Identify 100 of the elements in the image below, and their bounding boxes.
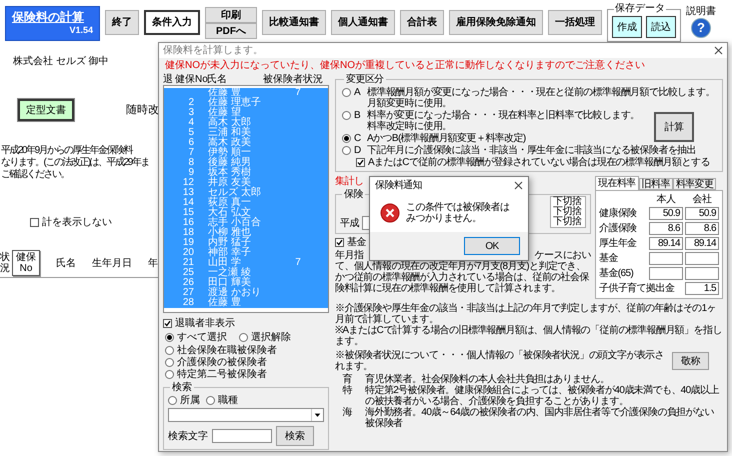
row-name: 荻原 真一 — [208, 197, 251, 208]
rate-label: 介護保険 — [599, 222, 638, 234]
row-name: 佐藤 望 — [208, 107, 241, 118]
rate-field[interactable]: 89.14 — [649, 236, 683, 250]
status-mark: 特 — [341, 385, 354, 398]
help-label: 説明書 — [686, 6, 716, 18]
row-number: 28 — [182, 298, 194, 308]
toolbar-button[interactable]: 条件入力 — [144, 10, 200, 35]
hide-total-checkbox[interactable]: 計を表示しない — [30, 217, 158, 228]
select-radio[interactable]: 選択解除 — [239, 332, 291, 343]
template-button[interactable]: 定型文書 — [18, 99, 74, 121]
column-header: 年 — [148, 258, 158, 268]
dropdown-arrow-icon[interactable] — [311, 409, 323, 421]
row-name: 内野 猛子 — [208, 237, 251, 248]
rate-field[interactable] — [649, 252, 683, 264]
dialog-title: 保険料を計算します。 — [163, 45, 263, 56]
rounding-label: 下切捨 — [553, 207, 582, 217]
row-name: 嵩木 政美 — [208, 137, 251, 148]
company-name: 株式会社 セルズ 御中 — [13, 56, 110, 67]
error-icon — [380, 202, 400, 222]
rounding-label: 下切捨 — [553, 217, 582, 227]
toolbar-button[interactable]: 終了 — [105, 10, 139, 35]
rate-field[interactable] — [649, 266, 683, 280]
toolbar-button[interactable]: 個人通知書 — [331, 10, 395, 35]
row-number: 14 — [182, 198, 194, 208]
rate-field[interactable]: 1.5 — [685, 282, 719, 294]
app-title: 保険料の計算 — [12, 10, 85, 25]
rate-label: 基金 — [599, 252, 619, 264]
toolbar-button[interactable]: 雇用保険免除通知 — [449, 10, 543, 35]
rate-field[interactable]: 8.6 — [649, 222, 683, 234]
row-number: 21 — [182, 258, 194, 268]
row-status: 7 — [295, 258, 301, 268]
message-box-title: 保険料通知 — [375, 180, 422, 190]
group-title: 変更区分 — [344, 74, 386, 85]
search-text-label: 検索文字 — [168, 430, 208, 442]
toolbar-button[interactable]: 合計表 — [400, 10, 444, 35]
row-name: 神部 幸子 — [208, 247, 251, 258]
row-name: 佐藤 理恵子 — [208, 97, 261, 108]
toolbar-button[interactable]: PDFへ — [205, 23, 257, 39]
search-button[interactable]: 検索 — [276, 426, 314, 446]
change-type-radio[interactable]: D 下記年月に介護保険に該当・非該当・厚生年金に非該当になる被保険者を抽出 — [342, 145, 716, 156]
previous-salary-checkbox[interactable]: AまたはCで従前の標準報酬が登録されていない場合は現在の標準報酬月額とする — [356, 157, 716, 168]
column-header-button[interactable]: 健保No — [12, 250, 40, 276]
rounding-label: 下切捨 — [553, 197, 582, 207]
rate-label: 健康保険 — [599, 208, 638, 218]
row-name: 後藤 純男 — [208, 157, 251, 168]
column-header: 氏名 — [56, 258, 76, 268]
rate-tab[interactable]: 現在料率 — [595, 176, 639, 190]
row-name: 伊勢 順一 — [208, 147, 251, 158]
status-mark: 海 — [341, 407, 354, 420]
change-type-radio[interactable]: C AかつB(標準報酬月額変更＋料率改定) — [342, 133, 646, 144]
rate-field[interactable]: 50.9 — [685, 206, 719, 220]
save-data-button[interactable]: 読込 — [646, 16, 676, 38]
row-name: 大石 弘文 — [208, 207, 251, 218]
row-number: 18 — [182, 228, 194, 238]
row-number: 19 — [182, 238, 194, 248]
fund-checkbox[interactable]: 基金 — [335, 237, 366, 250]
close-icon[interactable] — [714, 46, 723, 55]
calculate-button[interactable]: 計算 — [654, 112, 694, 142]
rate-label: 厚生年金 — [599, 238, 638, 248]
version-label: V1.54 — [69, 25, 93, 36]
hide-retired-checkbox[interactable]: 退職者非表示 — [163, 318, 235, 329]
rate-field[interactable] — [685, 252, 719, 264]
rate-tab[interactable]: 旧料率 — [638, 178, 673, 190]
group-title: 保険 — [342, 189, 365, 200]
search-radio[interactable]: 職種 — [206, 395, 238, 406]
list-header: 健保No — [175, 74, 207, 85]
close-icon[interactable] — [514, 180, 523, 190]
rate-column-header: 会社 — [692, 194, 713, 205]
search-radio[interactable]: 所属 — [168, 395, 200, 406]
note-text: ※AまたはCで計算する場合の旧標準報酬月額は、個人情報の「従前の標準報酬月額」を指します。 — [335, 325, 723, 347]
honorific-button[interactable]: 敬称 — [672, 352, 709, 370]
toolbar-button[interactable]: 一括処理 — [548, 10, 602, 35]
rate-field[interactable] — [685, 266, 719, 280]
group-title: 検索 — [170, 382, 194, 393]
row-number: 5 — [188, 128, 194, 138]
row-name: 坂本 秀樹 — [208, 167, 251, 178]
filter-radio[interactable]: 社会保険在職被保険者 — [165, 345, 277, 357]
row-number: 2 — [188, 98, 194, 108]
status-description: 特定第2号被保険者。健康保険組合によっては、被保険者が40歳未満でも、40歳以上の被扶養者がいる場合、介護保険を負担することがあります。 — [364, 385, 720, 407]
filter-radio[interactable]: 介護保険の被保険者 — [165, 357, 267, 369]
change-type-radio[interactable]: B 料率が変更になった場合・・・現在料率と旧料率で比較します。料率改定時に使用。 — [342, 110, 646, 132]
dialog-warning: 健保NOが未入力になっていたり、健保NOが重複していると正常に動作しなくなりますのでご注意ください — [164, 58, 646, 73]
row-number: 12 — [182, 178, 194, 188]
toolbar-button[interactable]: 比較通知書 — [262, 10, 326, 35]
rate-field[interactable]: 89.14 — [685, 236, 719, 250]
ok-button[interactable]: OK — [464, 237, 520, 255]
select-radio[interactable]: すべて選択 — [165, 332, 227, 343]
rate-field[interactable]: 8.6 — [685, 222, 719, 234]
list-header: 氏名 — [207, 74, 228, 85]
save-data-button[interactable]: 作成 — [612, 16, 642, 38]
rate-field[interactable]: 50.9 — [649, 206, 683, 220]
notice-line: 平成20年9月からの厚生年金保険料 — [1, 145, 132, 156]
row-name: 田口 輝美 — [208, 277, 251, 288]
filter-radio[interactable]: 特定第二号被保険者 — [165, 369, 267, 381]
search-field[interactable] — [212, 429, 272, 443]
help-icon[interactable]: ? — [691, 18, 711, 38]
toolbar-button[interactable]: 印刷 — [205, 7, 257, 23]
rate-tab[interactable]: 料率変更 — [672, 178, 716, 190]
change-type-radio[interactable]: A 標準報酬月額が変更になった場合・・・現在と従前の標準報酬月額で比較します。月額変更時に使用。 — [342, 87, 716, 109]
